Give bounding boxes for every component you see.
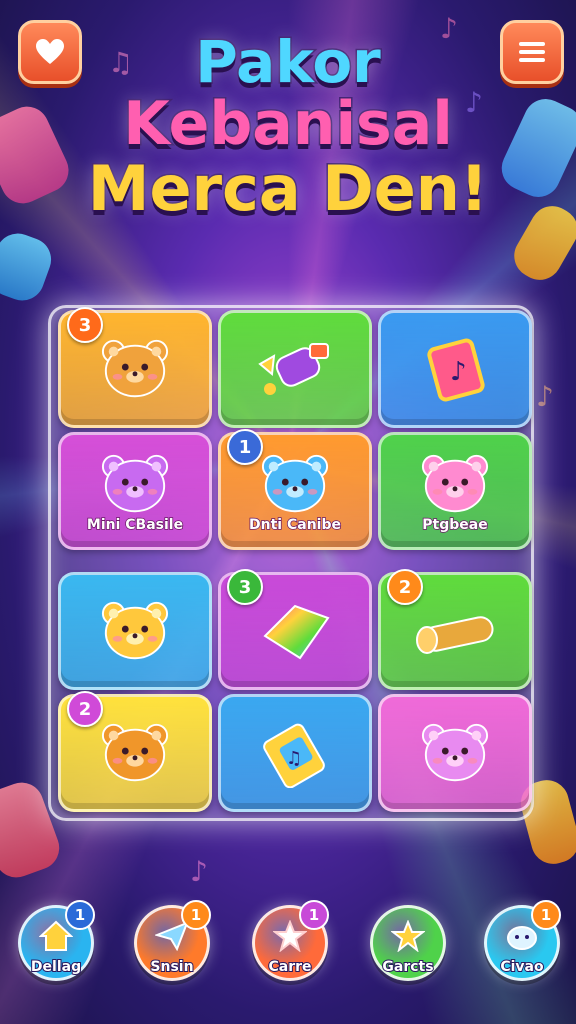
tile-count-badge: 2 bbox=[67, 691, 103, 727]
nav-item-dellag[interactable]: 1 Dellag bbox=[14, 900, 98, 981]
rainbow-gem-icon bbox=[250, 596, 340, 666]
cloud-character-icon bbox=[504, 921, 540, 955]
music-card-icon: ♪ bbox=[410, 334, 500, 404]
board-tile[interactable]: Mini CBasile bbox=[58, 432, 212, 550]
nav-item-snsin[interactable]: 1 Snsin bbox=[130, 900, 214, 981]
home-icon bbox=[38, 920, 74, 956]
tile-label: Ptgbeae bbox=[422, 516, 489, 534]
board-tile[interactable]: 3 bbox=[58, 307, 212, 428]
bear-with-box-icon bbox=[95, 334, 175, 404]
candy-items-icon bbox=[250, 334, 340, 404]
tile-count-badge: 3 bbox=[67, 307, 103, 343]
decor-music-note-icon: ♪ bbox=[190, 855, 208, 888]
svg-text:♫: ♫ bbox=[286, 748, 302, 769]
nav-label: Dellag bbox=[30, 958, 82, 976]
gold-star-icon bbox=[390, 919, 426, 956]
tile-count-badge: 1 bbox=[227, 429, 263, 465]
board-tile[interactable]: ♪ bbox=[378, 310, 532, 428]
board-tile[interactable]: 3 bbox=[218, 569, 372, 690]
board-tile[interactable] bbox=[218, 310, 372, 428]
nav-notification-badge: 1 bbox=[531, 900, 561, 930]
board-tile[interactable]: Dnti Canibe 1 bbox=[218, 429, 372, 550]
scroll-roll-icon bbox=[405, 596, 505, 666]
nav-notification-badge: 1 bbox=[181, 900, 211, 930]
paper-plane-icon bbox=[153, 921, 189, 955]
title-line-1: Pakor bbox=[194, 28, 383, 96]
nav-label: Garcts bbox=[381, 958, 434, 976]
battery-music-icon: ♫ bbox=[250, 718, 340, 788]
nav-notification-badge: 1 bbox=[299, 900, 329, 930]
nav-item-carre[interactable]: 1 Carre bbox=[248, 900, 332, 981]
nav-label: Carre bbox=[267, 958, 312, 976]
game-title: Pakor Kebanisal Merca Den! bbox=[0, 28, 576, 225]
tile-count-badge: 3 bbox=[227, 569, 263, 605]
board-tile[interactable]: 2 bbox=[378, 569, 532, 690]
nav-notification-badge: 1 bbox=[65, 900, 95, 930]
nav-item-civao[interactable]: 1 Civao bbox=[480, 900, 564, 981]
nav-item-garcts[interactable]: Garcts bbox=[366, 905, 450, 981]
nav-label: Snsin bbox=[149, 958, 194, 976]
board-tile[interactable] bbox=[58, 572, 212, 690]
yellow-bear-icon bbox=[95, 596, 175, 666]
nav-label: Civao bbox=[499, 958, 544, 976]
pink-bear-hearts-icon bbox=[415, 449, 495, 519]
star-icon bbox=[272, 919, 308, 956]
decor-music-note-icon: ♪ bbox=[536, 380, 554, 413]
purple-bear-icon bbox=[95, 449, 175, 519]
decor-candy-left-mid bbox=[0, 227, 58, 307]
lilac-bear-hearts-icon bbox=[415, 718, 495, 788]
title-line-2: Kebanisal bbox=[122, 88, 455, 159]
board-tile[interactable] bbox=[378, 694, 532, 812]
board-tile[interactable]: Ptgbeae bbox=[378, 432, 532, 550]
board-tile[interactable]: 2 bbox=[58, 691, 212, 812]
blue-bear-icon bbox=[255, 449, 335, 519]
board-tile[interactable]: ♫ bbox=[218, 694, 372, 812]
title-line-3: Merca Den! bbox=[86, 151, 489, 225]
tile-label: Dnti Canibe bbox=[248, 516, 341, 534]
orange-bear-icon bbox=[95, 718, 175, 788]
tile-count-badge: 2 bbox=[387, 569, 423, 605]
tile-label: Mini CBasile bbox=[86, 516, 184, 534]
svg-text:♪: ♪ bbox=[450, 357, 467, 387]
